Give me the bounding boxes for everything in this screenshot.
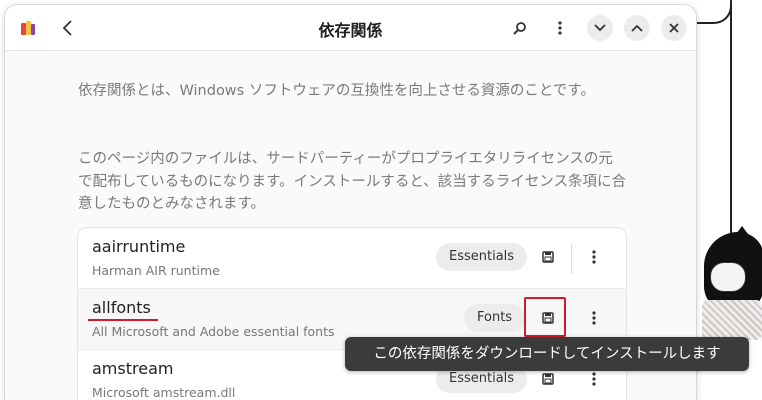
more-icon — [592, 372, 596, 386]
dependency-list: aairruntime Harman AIR runtime Essential… — [77, 227, 627, 400]
dependency-name: allfonts — [92, 298, 151, 317]
background-cat-face — [710, 262, 746, 292]
more-icon — [558, 21, 562, 35]
category-badge: Essentials — [436, 243, 528, 271]
maximize-button[interactable] — [624, 15, 650, 41]
background-doodle-edge — [730, 0, 732, 240]
dependency-description: All Microsoft and Adobe essential fonts — [92, 324, 335, 339]
dependency-description: Harman AIR runtime — [92, 263, 220, 278]
close-button[interactable] — [661, 15, 687, 41]
dependency-name: amstream — [92, 359, 174, 378]
search-icon — [513, 22, 526, 35]
minimize-button[interactable] — [587, 15, 613, 41]
highlight-underline — [88, 319, 158, 321]
divider — [571, 244, 572, 274]
save-icon — [542, 251, 554, 263]
dependency-name: aairruntime — [92, 237, 186, 256]
header-bar: 依存関係 — [5, 5, 696, 51]
desktop-background-art — [690, 0, 762, 386]
close-icon — [669, 23, 679, 33]
intro-text: 依存関係とは、Windows ソフトウェアの互換性を向上させる資源のことです。 — [78, 83, 595, 99]
dependency-row[interactable]: aairruntime Harman AIR runtime Essential… — [78, 228, 626, 289]
background-pattern — [702, 300, 762, 340]
row-menu-button[interactable] — [586, 244, 602, 270]
install-tooltip: この依存関係をダウンロードしてインストールします — [345, 337, 749, 371]
more-icon — [592, 311, 596, 325]
save-icon — [542, 312, 554, 324]
menu-button[interactable] — [547, 15, 573, 41]
download-install-button[interactable] — [535, 244, 561, 270]
row-menu-button[interactable] — [586, 305, 602, 331]
download-install-button[interactable] — [535, 305, 561, 331]
chevron-up-icon — [631, 24, 643, 32]
more-icon — [592, 250, 596, 264]
background-doodle — [690, 0, 732, 24]
search-button[interactable] — [507, 15, 533, 41]
dependency-description: Microsoft amstream.dll — [92, 385, 236, 400]
category-badge: Fonts — [464, 304, 526, 332]
license-note: このページ内のファイルは、サードパーティーがプロプライエタリライセンスの元で配布… — [78, 151, 626, 212]
chevron-down-icon — [594, 24, 606, 32]
